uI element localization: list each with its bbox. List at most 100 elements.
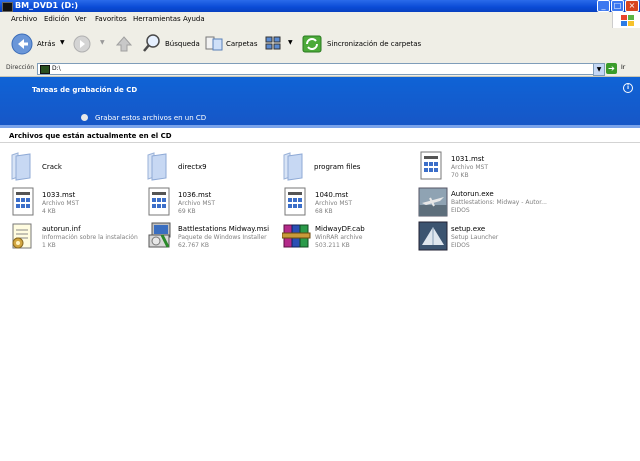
section-title: Archivos que están actualmente en el CD — [9, 132, 172, 140]
close-button[interactable]: × — [625, 0, 639, 12]
file-type: Paquete de Windows Installer — [178, 234, 267, 241]
address-input[interactable]: D:\ — [37, 63, 604, 75]
title-bar: BM_DVD1 (D:) _ □ × — [0, 0, 640, 12]
address-value: D:\ — [52, 65, 61, 72]
autorun-exe-icon — [418, 187, 448, 217]
file-size: 62.767 KB — [178, 242, 209, 249]
file-publisher: EIDOS — [451, 242, 470, 249]
toolbar: Atrás ▼ ▼ Búsqueda Carpetas ▼ Sincroniza… — [0, 28, 640, 62]
up-folder-button[interactable] — [114, 34, 134, 56]
winrar-archive-icon — [281, 224, 311, 248]
go-label[interactable]: Ir — [621, 64, 625, 71]
file-name: directx9 — [178, 163, 207, 171]
file-name: program files — [314, 163, 361, 171]
sync-icon — [302, 35, 322, 53]
file-item[interactable]: Battlestations Midway.msi Paquete de Win… — [146, 221, 276, 253]
file-name: 1033.mst — [42, 191, 76, 199]
file-item[interactable]: MidwayDF.cab WinRAR archive 503.211 KB — [281, 221, 412, 253]
menu-ayuda[interactable]: Ayuda — [183, 15, 205, 23]
file-type: Información sobre la instalación — [42, 234, 138, 241]
address-label: Dirección — [6, 64, 35, 71]
file-item[interactable]: Autorun.exe Battlestations: Midway - Aut… — [418, 187, 558, 219]
back-dropdown-icon[interactable]: ▼ — [60, 39, 65, 46]
file-item[interactable]: 1036.mst Archivo MST 69 KB — [146, 187, 271, 219]
mst-file-icon — [284, 187, 306, 216]
folders-label[interactable]: Carpetas — [226, 40, 258, 48]
address-bar: Dirección D:\ ▼ ➔ Ir — [0, 61, 640, 77]
folder-icon — [283, 152, 303, 181]
folder-sync-button[interactable] — [301, 33, 323, 57]
up-arrow-icon — [115, 36, 133, 52]
file-item[interactable]: Crack — [10, 151, 135, 183]
file-name: Battlestations Midway.msi — [178, 225, 270, 233]
search-label[interactable]: Búsqueda — [165, 40, 200, 48]
file-item[interactable]: directx9 — [146, 151, 271, 183]
back-label[interactable]: Atrás — [37, 40, 55, 48]
file-size: 1 KB — [42, 242, 56, 249]
file-type: Archivo MST — [178, 200, 215, 207]
address-dropdown-icon[interactable]: ▼ — [593, 63, 605, 76]
menu-edicion[interactable]: Edición — [44, 15, 69, 23]
forward-dropdown-icon[interactable]: ▼ — [100, 39, 105, 46]
file-name: 1031.mst — [451, 155, 485, 163]
forward-button[interactable] — [72, 34, 92, 56]
file-publisher: EIDOS — [451, 207, 470, 214]
folder-icon — [147, 152, 167, 181]
folders-icon — [205, 36, 223, 51]
file-item[interactable]: autorun.inf Información sobre la instala… — [10, 221, 140, 253]
panel-divider — [0, 125, 640, 128]
file-description: Setup Launcher — [451, 234, 499, 241]
minimize-button[interactable]: _ — [597, 0, 610, 12]
maximize-button[interactable]: □ — [611, 0, 624, 12]
back-button[interactable] — [10, 32, 36, 56]
views-dropdown-icon[interactable]: ▼ — [288, 39, 293, 46]
cd-tasks-title: Tareas de grabación de CD — [32, 86, 138, 94]
file-size: 503.211 KB — [315, 242, 350, 249]
menu-archivo[interactable]: Archivo — [11, 15, 37, 23]
file-name: 1036.mst — [178, 191, 212, 199]
mst-file-icon — [420, 151, 442, 180]
mst-file-icon — [12, 187, 34, 216]
views-icon — [265, 36, 281, 50]
menu-herramientas[interactable]: Herramientas — [133, 15, 181, 23]
go-arrow-icon[interactable]: ➔ — [606, 63, 617, 74]
drive-icon — [40, 65, 50, 74]
file-size: 68 KB — [315, 208, 333, 215]
section-divider — [0, 142, 640, 143]
cd-tasks-panel: Tareas de grabación de CD i Grabar estos… — [0, 77, 640, 128]
file-size: 69 KB — [178, 208, 196, 215]
msi-installer-icon — [148, 222, 171, 248]
search-button[interactable] — [142, 33, 162, 55]
file-item[interactable]: setup.exe Setup Launcher EIDOS — [418, 221, 548, 253]
file-type: Archivo MST — [315, 200, 352, 207]
menu-ver[interactable]: Ver — [75, 15, 86, 23]
menu-bar: Archivo Edición Ver Favoritos Herramient… — [0, 12, 640, 29]
window-title: BM_DVD1 (D:) — [15, 1, 79, 10]
drive-icon — [2, 2, 13, 12]
file-name: setup.exe — [451, 225, 486, 233]
file-item[interactable]: 1033.mst Archivo MST 4 KB — [10, 187, 135, 219]
sync-label[interactable]: Sincronización de carpetas — [327, 40, 421, 48]
forward-arrow-icon — [73, 35, 91, 53]
menu-favoritos[interactable]: Favoritos — [95, 15, 127, 23]
info-icon[interactable]: i — [623, 83, 633, 93]
views-button[interactable] — [265, 35, 283, 53]
burn-cd-link[interactable]: Grabar estos archivos en un CD — [95, 114, 206, 122]
file-size: 70 KB — [451, 172, 469, 179]
file-item[interactable]: program files — [282, 151, 407, 183]
mst-file-icon — [148, 187, 170, 216]
cd-burn-icon — [81, 114, 88, 121]
folders-button[interactable] — [204, 33, 224, 55]
file-size: 4 KB — [42, 208, 56, 215]
file-type: Archivo MST — [42, 200, 79, 207]
file-type: WinRAR archive — [315, 234, 363, 241]
file-item[interactable]: 1040.mst Archivo MST 68 KB — [282, 187, 407, 219]
back-arrow-icon — [11, 33, 33, 55]
file-name: Autorun.exe — [451, 190, 494, 198]
file-item[interactable]: 1031.mst Archivo MST 70 KB — [418, 151, 543, 183]
inf-file-icon — [12, 223, 32, 249]
search-icon — [143, 34, 160, 52]
file-name: MidwayDF.cab — [315, 225, 365, 233]
folder-icon — [11, 152, 31, 181]
file-name: autorun.inf — [42, 225, 81, 233]
